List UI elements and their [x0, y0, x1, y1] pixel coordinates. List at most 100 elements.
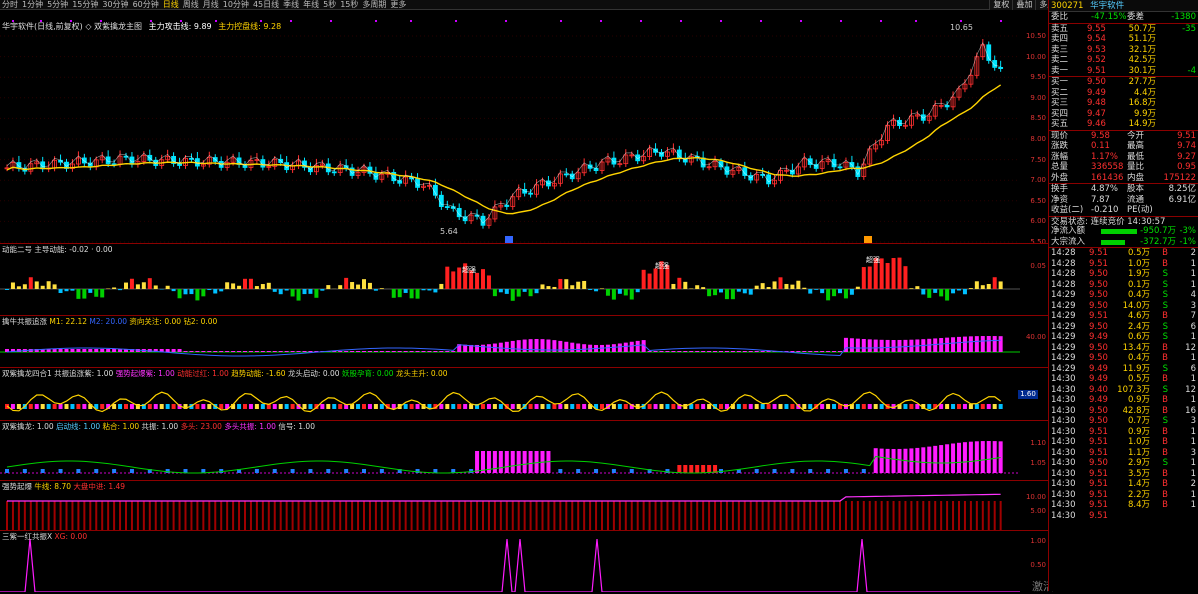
quote-stats: 现价9.58今开9.51涨跌0.11最高9.74涨幅1.17%最低9.27总量3… — [1049, 130, 1198, 184]
p2-tag-1: 超强 — [462, 265, 476, 274]
tool-button[interactable]: 复权 — [989, 0, 1012, 10]
momentum-bar — [59, 289, 63, 293]
period-tab[interactable]: 10分钟 — [221, 0, 251, 10]
tick-cell: 0.4万 — [1128, 353, 1150, 364]
resonance-bar — [338, 351, 342, 352]
tick-cell: 14:30 — [1051, 511, 1076, 522]
momentum-bar — [719, 289, 723, 292]
state-bar — [53, 404, 57, 409]
state-bar — [59, 404, 63, 409]
weibi-value: -47.15% — [1091, 12, 1126, 23]
period-tab[interactable]: 45日线 — [251, 0, 281, 10]
state-bar — [195, 404, 199, 409]
state-bar — [903, 404, 907, 409]
price-tick: 7.00 — [1030, 176, 1046, 184]
signal-dot — [960, 20, 962, 22]
level-label: 卖二 — [1051, 55, 1068, 66]
breakout-panel[interactable]: 强势起爆 牛线: 8.70 大盘中进: 1.49 10.00 5.00 — [0, 480, 1048, 530]
period-tab[interactable]: 日线 — [161, 0, 181, 10]
momentum-bar — [755, 286, 759, 289]
quote-stats-2: 换手4.87%股本8.25亿净资7.87流通6.91亿收益(二)-0.210PE… — [1049, 183, 1198, 216]
resonance-bar — [439, 351, 443, 352]
level-volume: 51.1万 — [1129, 34, 1156, 45]
tick-cell: 11.9万 — [1123, 364, 1150, 375]
bid-row: 买三9.4816.8万 — [1049, 98, 1198, 109]
bid-row: 买二9.494.4万 — [1049, 88, 1198, 99]
resonance-bar — [731, 351, 735, 352]
tick-row: 14:309.518.4万B1 — [1049, 500, 1198, 511]
resonance-panel[interactable]: 擒牛共振追涨 M1: 22.12 M2: 20.00 资向关注: 0.00 钻2… — [0, 315, 1048, 367]
signal-panel[interactable]: 三紫一红共振X XG: 0.00 1.00 0.50 — [0, 530, 1048, 591]
quote-cell: 最低 — [1127, 152, 1144, 163]
stock-header: 300271 华宇软件 — [1049, 0, 1198, 12]
resonance-bar — [499, 343, 503, 352]
momentum-bar — [279, 289, 283, 294]
tick-cell: 1.0万 — [1128, 437, 1150, 448]
state-bar — [76, 404, 80, 409]
resonance-bar — [606, 345, 610, 352]
signal-dot — [260, 20, 262, 22]
state-bar — [880, 404, 884, 409]
period-tab[interactable]: 分时 — [0, 0, 20, 10]
period-tab[interactable]: 季线 — [281, 0, 301, 10]
period-tab[interactable]: 15分钟 — [70, 0, 100, 10]
period-tab[interactable]: 月线 — [201, 0, 221, 10]
state-bar — [600, 404, 604, 409]
tick-cell: 0.5万 — [1128, 374, 1150, 385]
momentum-bar — [963, 289, 967, 294]
tick-list[interactable]: 14:289.510.5万B214:289.511.0万B114:289.501… — [1049, 247, 1198, 521]
kline-chart[interactable]: 10.655.64 — [0, 10, 1048, 243]
resonance-bar — [886, 340, 890, 352]
level-volume: 50.7万 — [1129, 24, 1156, 35]
p7-t1: XG: 0.00 — [55, 532, 88, 541]
momentum-bar — [368, 283, 372, 289]
signal-bar — [773, 469, 777, 473]
period-tab[interactable]: 5分钟 — [45, 0, 70, 10]
resonance-bar — [100, 349, 104, 352]
momentum-bar — [5, 289, 9, 290]
resonance-bar — [832, 351, 836, 352]
main-kline-panel[interactable]: 华宇软件(日线,前复权) ◇ 双紫擒龙主图 主力攻击线: 9.89 主力控盘线:… — [0, 10, 1048, 243]
momentum-panel[interactable]: 超强超强超强 动能二号 主导动能: -0.02 · 0.00 0.05 — [0, 243, 1048, 315]
period-tab[interactable]: 1分钟 — [20, 0, 45, 10]
tick-cell: 1 — [1191, 427, 1196, 438]
state-bar — [802, 404, 806, 409]
signal-bar — [951, 444, 955, 473]
signal-bar — [505, 451, 509, 473]
momentum-bar — [35, 281, 39, 289]
momentum-bar — [273, 289, 277, 292]
period-tabs: 分时1分钟5分钟15分钟30分钟60分钟日线周线月线10分钟45日线季线年线5秒… — [0, 0, 1048, 10]
period-tab[interactable]: 更多 — [388, 0, 408, 10]
resonance-bar — [487, 344, 491, 352]
tick-cell: 14:29 — [1051, 353, 1076, 364]
tick-cell: 1.1万 — [1128, 448, 1150, 459]
level-label: 买四 — [1051, 109, 1068, 120]
state-bar — [65, 404, 69, 409]
signal-dot — [560, 20, 562, 22]
momentum-bar — [945, 289, 949, 301]
tick-row: 14:289.510.5万B2 — [1049, 248, 1198, 259]
tick-cell: S — [1163, 332, 1168, 343]
state-bar — [558, 404, 562, 409]
bull-line — [7, 494, 1001, 501]
tick-cell: 14:28 — [1051, 259, 1076, 270]
resonance-bar — [743, 351, 747, 352]
period-tab[interactable]: 15秒 — [338, 0, 360, 10]
period-tab[interactable]: 30分钟 — [100, 0, 130, 10]
period-tab[interactable]: 60分钟 — [131, 0, 161, 10]
period-tab[interactable]: 周线 — [181, 0, 201, 10]
four-in-one-panel[interactable]: 双紫擒龙四合1 共振追涨紫: 1.00 强势起爆紫: 1.00 动能过红: 1.… — [0, 367, 1048, 420]
period-tab[interactable]: 5秒 — [321, 0, 338, 10]
tick-cell: 9.51 — [1089, 437, 1108, 448]
momentum-bar — [868, 267, 872, 289]
period-tab[interactable]: 年线 — [301, 0, 321, 10]
tool-button[interactable]: 叠加 — [1012, 0, 1035, 10]
momentum-bar — [172, 289, 176, 291]
quote-cell: 9.51 — [1177, 131, 1196, 142]
period-tab[interactable]: 多周期 — [360, 0, 388, 10]
momentum-bar — [404, 289, 408, 293]
state-bar — [993, 404, 997, 409]
dual-purple-panel[interactable]: 双紫擒龙: 1.00 启动线: 1.00 粘合: 1.00 共振: 1.00 多… — [0, 420, 1048, 480]
level-label: 买三 — [1051, 98, 1068, 109]
resonance-bar — [564, 342, 568, 352]
